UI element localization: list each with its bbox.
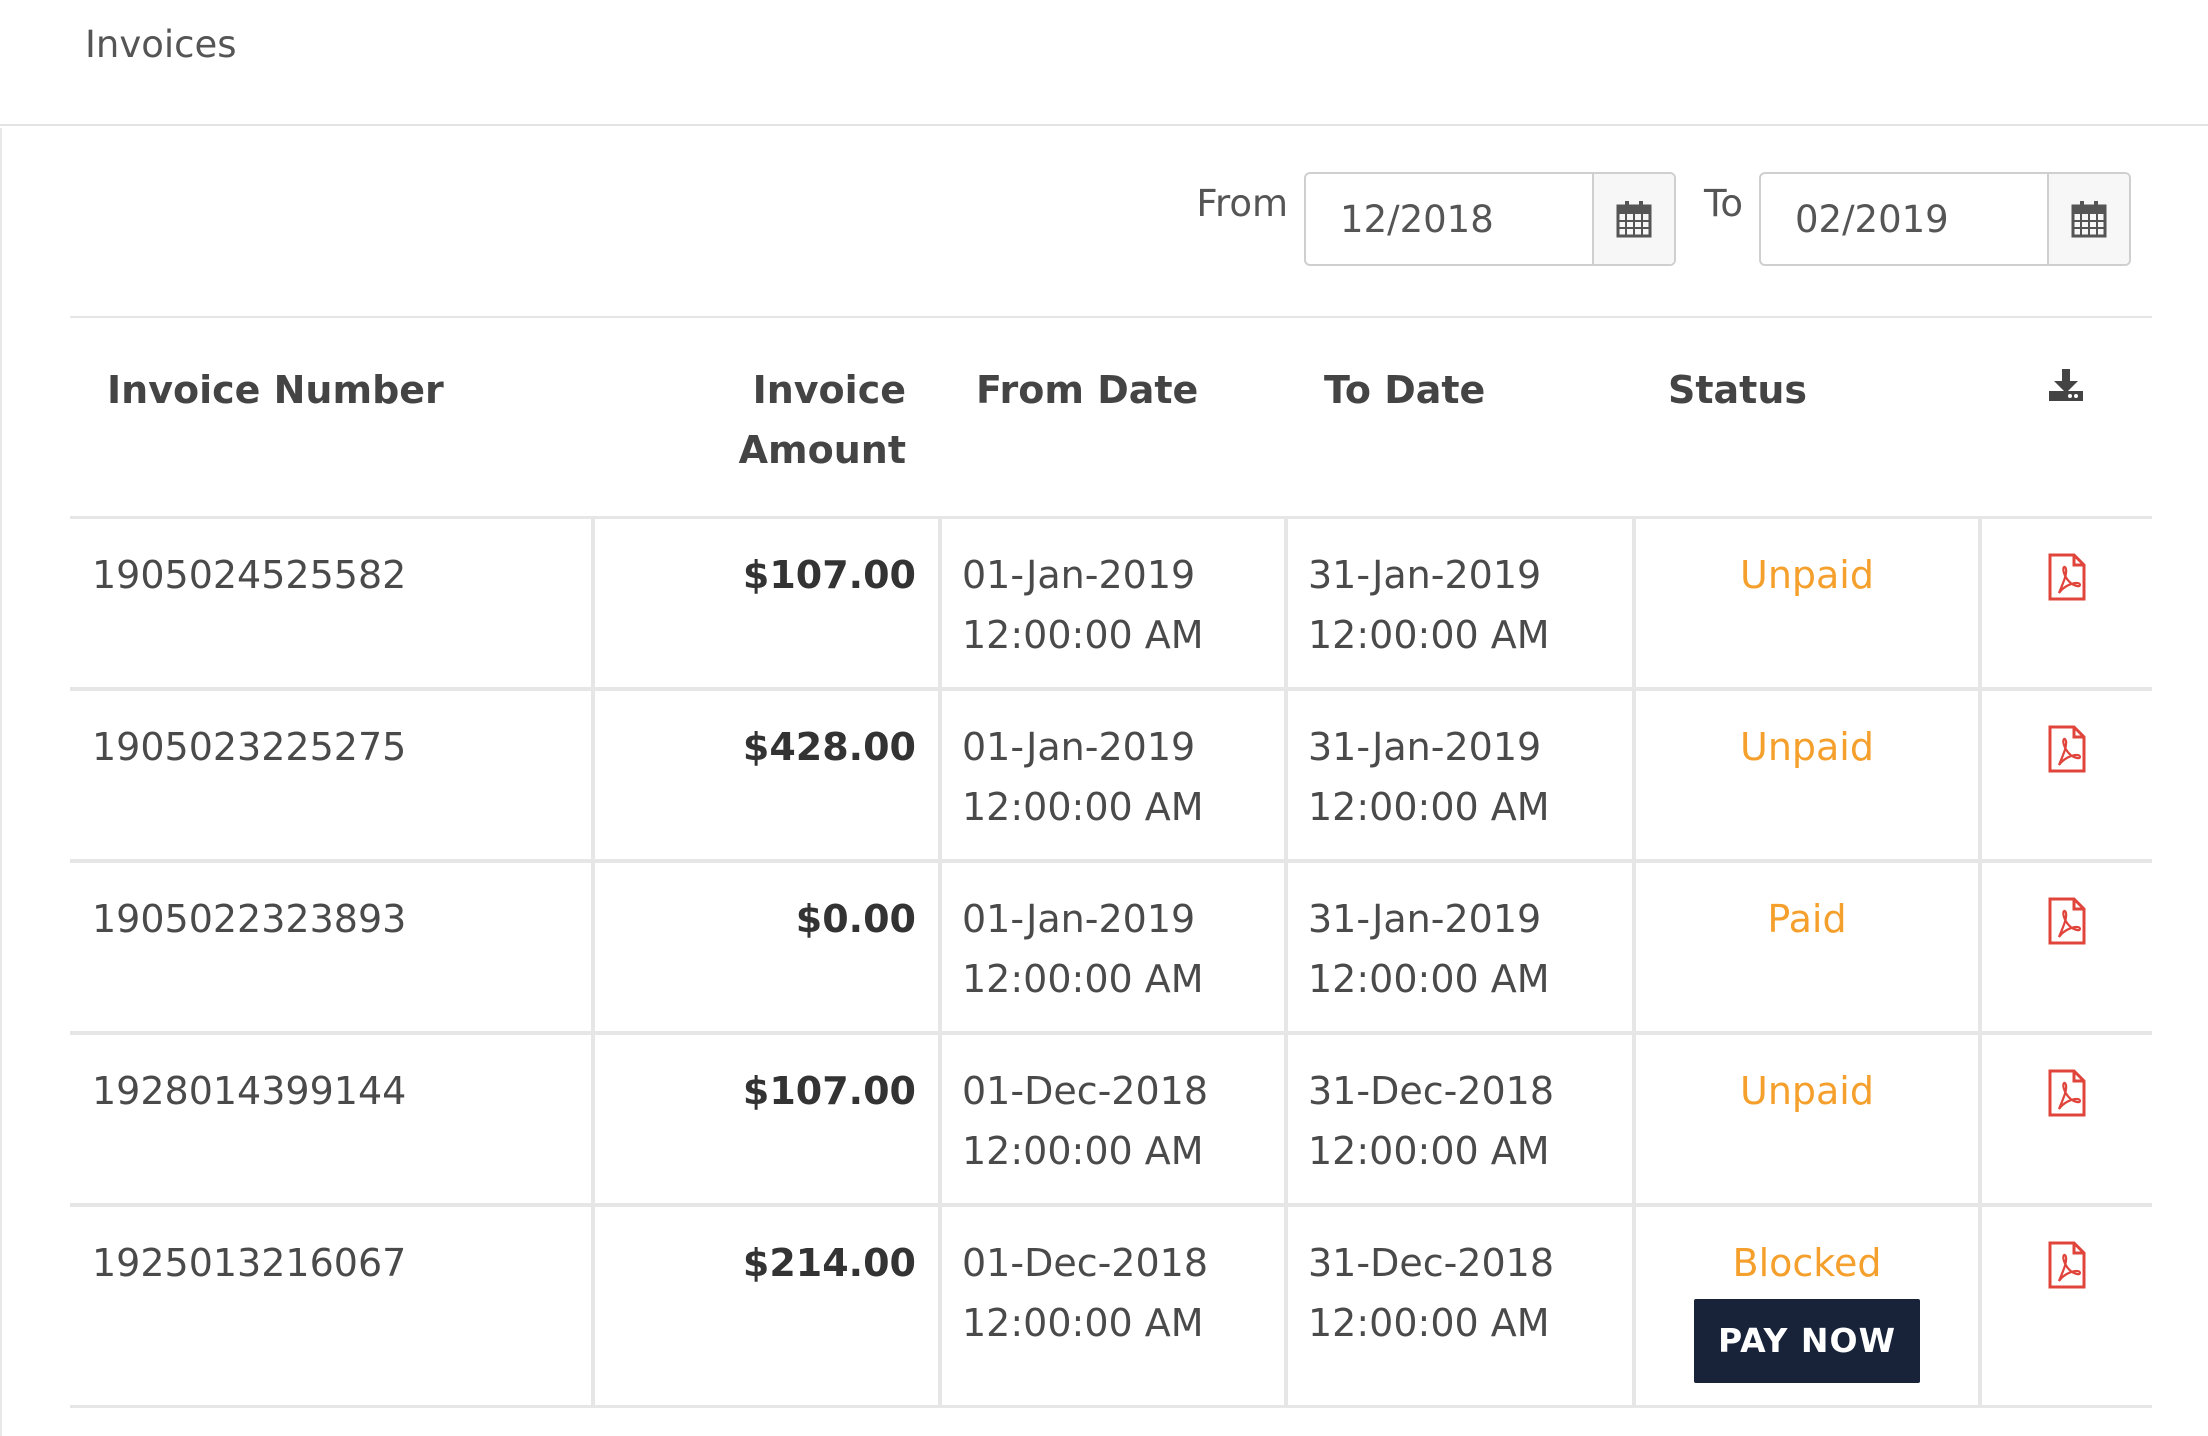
- from-date-cell: 01-Dec-2018 12:00:00 AM: [938, 1033, 1286, 1207]
- pdf-file-icon[interactable]: [2047, 553, 2087, 601]
- from-date-cell: 01-Dec-2018 12:00:00 AM: [938, 1205, 1286, 1408]
- status-cell: Unpaid: [1632, 689, 1980, 863]
- to-date-cell: 31-Jan-2019 12:00:00 AM: [1284, 689, 1634, 863]
- download-pdf-cell[interactable]: [1978, 1033, 2152, 1207]
- invoice-number-cell: 1925013216067: [70, 1205, 593, 1408]
- invoice-number-cell: 1905024525582: [70, 517, 593, 691]
- to-date-input[interactable]: 02/2019: [1761, 174, 2047, 264]
- from-label: From: [1196, 181, 1289, 225]
- to-date-cell: 31-Jan-2019 12:00:00 AM: [1284, 861, 1634, 1035]
- table-row: 1905022323893 $0.00 01-Jan-2019 12:00:00 AM…: [70, 861, 2152, 1035]
- column-header-from-date[interactable]: From Date: [940, 317, 1286, 519]
- from-date-cell: 01-Jan-2019 12:00:00 AM: [938, 861, 1286, 1035]
- status-text: Unpaid: [1740, 553, 1874, 597]
- invoice-amount-cell: $107.00: [591, 1033, 940, 1207]
- download-pdf-cell[interactable]: [1978, 689, 2152, 863]
- status-cell: Unpaid: [1632, 517, 1980, 691]
- download-icon[interactable]: [2046, 367, 2086, 403]
- to-date-cell: 31-Dec-2018 12:00:00 AM: [1284, 1205, 1634, 1408]
- table-row: 1905023225275 $428.00 01-Jan-2019 12:00:00 …: [70, 689, 2152, 863]
- from-date-input[interactable]: 12/2018: [1306, 174, 1592, 264]
- status-text: Paid: [1767, 897, 1847, 941]
- page-header: Invoices: [0, 0, 2208, 126]
- column-header-to-date[interactable]: To Date: [1286, 317, 1634, 519]
- date-filter: From 12/2018 To 02/2019: [1196, 172, 2131, 266]
- to-date-cell: 31-Jan-2019 12:00:00 AM: [1284, 517, 1634, 691]
- table-row: 1905024525582 $107.00 01-Jan-2019 12:00:00 …: [70, 517, 2152, 691]
- table-row: 1928014399144 $107.00 01-Dec-2018 12:00:00 …: [70, 1033, 2152, 1207]
- table-row: 1925013216067 $214.00 01-Dec-2018 12:00:00 …: [70, 1205, 2152, 1408]
- column-header-status[interactable]: Status: [1634, 317, 1980, 519]
- to-date-cell: 31-Dec-2018 12:00:00 AM: [1284, 1033, 1634, 1207]
- invoice-amount-cell: $428.00: [591, 689, 940, 863]
- status-cell: Unpaid: [1632, 1033, 1980, 1207]
- download-pdf-cell[interactable]: [1978, 1205, 2152, 1408]
- to-label: To: [1704, 181, 1743, 225]
- invoice-amount-cell: $214.00: [591, 1205, 940, 1408]
- status-text: Blocked: [1732, 1241, 1882, 1285]
- to-date-picker[interactable]: 02/2019: [1759, 172, 2131, 266]
- status-cell: Paid: [1632, 861, 1980, 1035]
- calendar-icon[interactable]: [2047, 174, 2129, 264]
- pay-now-button[interactable]: PAY NOW: [1694, 1299, 1920, 1383]
- from-date-picker[interactable]: 12/2018: [1304, 172, 1677, 266]
- invoice-number-cell: 1905022323893: [70, 861, 593, 1035]
- pdf-file-icon[interactable]: [2047, 897, 2087, 945]
- status-text: Unpaid: [1740, 1069, 1874, 1113]
- from-date-cell: 01-Jan-2019 12:00:00 AM: [938, 517, 1286, 691]
- status-text: Unpaid: [1740, 725, 1874, 769]
- calendar-icon[interactable]: [1592, 174, 1675, 264]
- invoices-panel: From 12/2018 To 02/2019 Invoice Number I…: [0, 128, 2208, 1436]
- page-title: Invoices: [85, 22, 237, 66]
- download-all-button[interactable]: [1980, 317, 2152, 519]
- column-header-invoice-number[interactable]: Invoice Number: [70, 317, 593, 519]
- download-pdf-cell[interactable]: [1978, 517, 2152, 691]
- invoice-number-cell: 1928014399144: [70, 1033, 593, 1207]
- invoice-amount-cell: $107.00: [591, 517, 940, 691]
- status-cell: Blocked PAY NOW: [1632, 1205, 1980, 1408]
- pdf-file-icon[interactable]: [2047, 1241, 2087, 1289]
- invoices-table: Invoice Number Invoice Amount From Date T…: [70, 316, 2152, 1408]
- table-header-row: Invoice Number Invoice Amount From Date T…: [70, 317, 2152, 519]
- from-date-cell: 01-Jan-2019 12:00:00 AM: [938, 689, 1286, 863]
- pdf-file-icon[interactable]: [2047, 725, 2087, 773]
- column-header-invoice-amount[interactable]: Invoice Amount: [593, 317, 940, 519]
- invoice-amount-cell: $0.00: [591, 861, 940, 1035]
- pdf-file-icon[interactable]: [2047, 1069, 2087, 1117]
- invoice-number-cell: 1905023225275: [70, 689, 593, 863]
- download-pdf-cell[interactable]: [1978, 861, 2152, 1035]
